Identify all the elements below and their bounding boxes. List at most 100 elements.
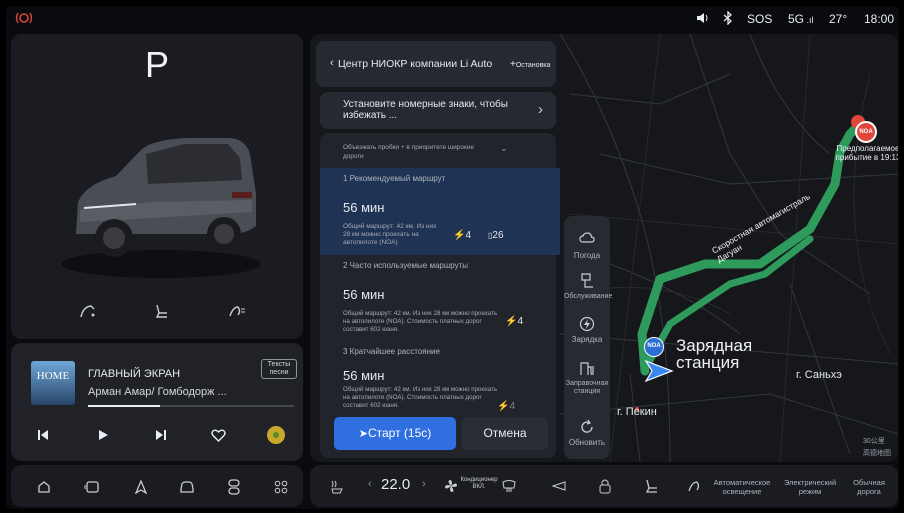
chevron-down-icon[interactable]: ⌄	[500, 143, 508, 154]
route-panel: ‹ Центр НИОКР компании Li Auto +Остановк…	[316, 41, 560, 458]
destination-name[interactable]: Центр НИОКР компании Li Auto	[338, 58, 492, 70]
clock: 18:00	[864, 12, 895, 26]
route-header: 2 Часто используемые маршруты	[343, 261, 469, 270]
route-option-1[interactable]: 1 Рекомендуемый маршрут 56 мин Общий мар…	[320, 168, 560, 255]
previous-track-icon[interactable]	[35, 427, 51, 443]
progress-track[interactable]	[88, 405, 294, 407]
route-description: Общий маршрут: 42 км. Из них 28 км можно…	[343, 310, 498, 333]
climate-dock: ‹ 22.0 › Кондиционер ВКЛ. Автоматическое…	[310, 465, 898, 507]
route-stat-lightning: ⚡4	[497, 401, 516, 412]
route-time: 56 мин	[343, 200, 385, 215]
album-text: HOME	[36, 370, 70, 382]
map-tool-label: Заправочная станция	[565, 380, 609, 395]
route-description: Общий маршрут: 42 км. Из них 28 км можно…	[343, 386, 498, 409]
route-header: 1 Рекомендуемый маршрут	[343, 174, 446, 183]
send-arrow-icon: ➤	[358, 428, 368, 440]
map-tool-charging[interactable]: Зарядка	[564, 316, 610, 344]
lyrics-button[interactable]: Тексты песни	[261, 359, 297, 379]
route-time: 56 мин	[343, 287, 385, 302]
car-image	[56, 114, 266, 284]
plate-notice-text: Установите номерные знаки, чтобы избежат…	[343, 99, 508, 121]
map-tool-weather[interactable]: Погода	[564, 232, 610, 260]
map-provider: 高德地图	[863, 450, 891, 457]
city-sanhe-label: г. Саньхэ	[796, 369, 842, 381]
destination-noa-badge: NOA	[855, 121, 877, 143]
map-tool-refresh[interactable]: Обновить	[564, 419, 610, 447]
screen-mirror-icon[interactable]	[83, 478, 101, 496]
add-stop-button[interactable]: +Остановка	[510, 59, 550, 70]
auto-lights-toggle[interactable]: Автоматическое освещение	[706, 478, 778, 496]
cancel-button[interactable]: Отмена	[462, 417, 548, 450]
screen: SOS 5G .ıl 27° 18:00 P HOME ГЛАВНЫЙ ЭКРА…	[6, 6, 899, 509]
charging-icon	[564, 316, 610, 332]
current-location-arrow-icon	[644, 359, 674, 383]
route-description: Общий маршрут: 42 км. Из них 28 км можно…	[343, 223, 437, 246]
eta-label: Предполагаемое прибытие в 19:13	[835, 144, 898, 162]
left-dock	[11, 465, 303, 507]
temp-decrease-icon[interactable]: ‹	[368, 478, 372, 490]
home-icon[interactable]	[35, 478, 53, 496]
bluetooth-icon[interactable]	[723, 11, 733, 25]
temperature-value: 22.0	[381, 476, 411, 493]
map-tool-label: Обновить	[568, 438, 606, 447]
seat-icon[interactable]	[151, 300, 173, 322]
seat-heat-icon[interactable]	[328, 478, 346, 496]
map-tool-label: Погода	[573, 251, 601, 260]
track-title: ГЛАВНЫЙ ЭКРАН	[88, 368, 181, 380]
controls-icon[interactable]	[225, 478, 243, 496]
ac-status[interactable]: Кондиционер ВКЛ.	[460, 477, 498, 491]
network-indicator: 5G .ıl	[788, 12, 814, 26]
progress-fill	[88, 405, 161, 407]
route-line	[637, 121, 863, 376]
apps-grid-icon[interactable]	[272, 478, 290, 496]
car-icon[interactable]	[178, 478, 196, 496]
chevron-right-icon: ›	[538, 101, 543, 118]
route-stat-lightning: ⚡4	[453, 230, 472, 241]
back-chevron-icon[interactable]: ‹	[330, 57, 334, 69]
start-navigation-button[interactable]: ➤Старт (15с)	[334, 417, 456, 450]
route-header: 3 Кратчайшее расстояние	[343, 347, 440, 356]
auto-headlight-icon[interactable]	[686, 477, 704, 495]
rear-defrost-icon[interactable]	[500, 477, 518, 495]
refresh-icon	[564, 419, 610, 435]
destination-card: ‹ Центр НИОКР компании Li Auto +Остановк…	[316, 41, 556, 87]
map-tool-service[interactable]: Обслуживание	[564, 273, 613, 300]
gear-indicator: P	[144, 44, 169, 85]
album-art: HOME	[31, 361, 75, 405]
media-player: HOME ГЛАВНЫЙ ЭКРАН Арман Амар/ Гомбодорж…	[11, 343, 303, 461]
map-tool-label: Обслуживание	[564, 293, 613, 300]
sos-button[interactable]: SOS	[747, 12, 772, 26]
route-option-3[interactable]: 3 Кратчайшее расстояние 56 мин Общий мар…	[320, 341, 560, 413]
navigation-arrow-icon[interactable]	[132, 478, 150, 496]
volume-icon[interactable]	[696, 12, 710, 24]
temp-increase-icon[interactable]: ›	[422, 478, 426, 490]
headlight-icon[interactable]	[226, 300, 248, 322]
map-scale: 30公里	[863, 438, 885, 445]
play-icon[interactable]	[95, 427, 111, 443]
road-mode-toggle[interactable]: Обычная дорога	[844, 478, 894, 496]
route-time: 56 мин	[343, 368, 385, 383]
current-noa-badge: NOA	[644, 337, 664, 357]
map-tool-fuel[interactable]: Заправочная станция	[564, 361, 610, 396]
fuel-icon	[564, 361, 610, 377]
fan-icon[interactable]	[442, 477, 460, 495]
route-stat-lights: ▯26	[488, 230, 504, 241]
route-options: Объезжать пробки + в приоритете широкие …	[320, 133, 560, 458]
next-track-icon[interactable]	[153, 427, 169, 443]
media-source-icon[interactable]	[267, 426, 285, 444]
seat-adjust-icon[interactable]	[642, 477, 660, 495]
tailgate-icon[interactable]	[77, 300, 99, 322]
plate-notice-card[interactable]: Установите номерные знаки, чтобы избежат…	[320, 92, 556, 129]
service-icon	[564, 273, 610, 289]
map-tools: Погода Обслуживание Зарядка Заправочная …	[564, 216, 613, 459]
favorite-heart-icon[interactable]	[209, 427, 227, 443]
route-preference[interactable]: Объезжать пробки + в приоритете широкие …	[343, 143, 493, 161]
mirror-fold-icon[interactable]	[550, 477, 568, 495]
cloud-icon	[564, 232, 610, 244]
power-mode-toggle[interactable]: Электрический режим	[780, 478, 840, 496]
vehicle-panel: P	[11, 34, 303, 349]
charging-station-label[interactable]: Зарядная станция	[676, 337, 786, 371]
map-tool-label: Зарядка	[571, 335, 603, 344]
door-lock-icon[interactable]	[596, 477, 614, 495]
route-option-2[interactable]: 2 Часто используемые маршруты 56 мин Общ…	[320, 255, 560, 341]
